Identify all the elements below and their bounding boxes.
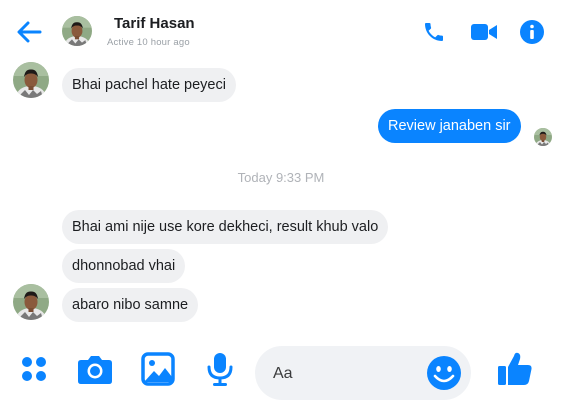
more-actions-button[interactable] bbox=[15, 352, 53, 390]
contact-name[interactable]: Tarif Hasan bbox=[114, 15, 195, 32]
chat-header: Tarif Hasan Active 10 hour ago bbox=[0, 0, 562, 64]
message-input[interactable] bbox=[271, 360, 425, 388]
seen-avatar bbox=[534, 128, 552, 146]
info-icon bbox=[519, 19, 545, 50]
emoji-icon bbox=[426, 356, 462, 395]
image-icon bbox=[141, 351, 175, 391]
message-bubble[interactable]: Bhai ami nije use kore dekheci, result k… bbox=[62, 210, 389, 244]
microphone-icon bbox=[206, 351, 234, 392]
camera-button[interactable] bbox=[76, 352, 114, 390]
video-call-button[interactable] bbox=[468, 20, 500, 48]
message-bubble-sent[interactable]: Review janaben sir bbox=[378, 109, 521, 143]
arrow-left-icon bbox=[16, 21, 42, 48]
message-bubble[interactable]: dhonnobad vhai bbox=[62, 249, 186, 283]
gallery-button[interactable] bbox=[139, 351, 177, 391]
phone-icon bbox=[422, 20, 446, 49]
call-button[interactable] bbox=[420, 20, 448, 48]
message-bubble[interactable]: abaro nibo samne bbox=[62, 288, 199, 322]
back-button[interactable] bbox=[14, 20, 44, 48]
avatar[interactable] bbox=[13, 62, 49, 98]
voice-message-button[interactable] bbox=[201, 352, 239, 390]
like-button[interactable] bbox=[494, 350, 536, 392]
camera-icon bbox=[77, 353, 113, 390]
emoji-button[interactable] bbox=[426, 355, 462, 391]
timestamp: Today 9:33 PM bbox=[237, 170, 325, 185]
active-status: Active 10 hour ago bbox=[107, 37, 190, 48]
contact-avatar[interactable] bbox=[62, 16, 92, 46]
thumbs-up-icon bbox=[496, 350, 534, 393]
info-button[interactable] bbox=[518, 19, 546, 50]
avatar[interactable] bbox=[13, 284, 49, 320]
video-camera-icon bbox=[470, 21, 498, 48]
grid-dots-icon bbox=[19, 354, 49, 389]
message-input-wrapper bbox=[255, 346, 471, 400]
message-bubble[interactable]: Bhai pachel hate peyeci bbox=[62, 68, 236, 102]
